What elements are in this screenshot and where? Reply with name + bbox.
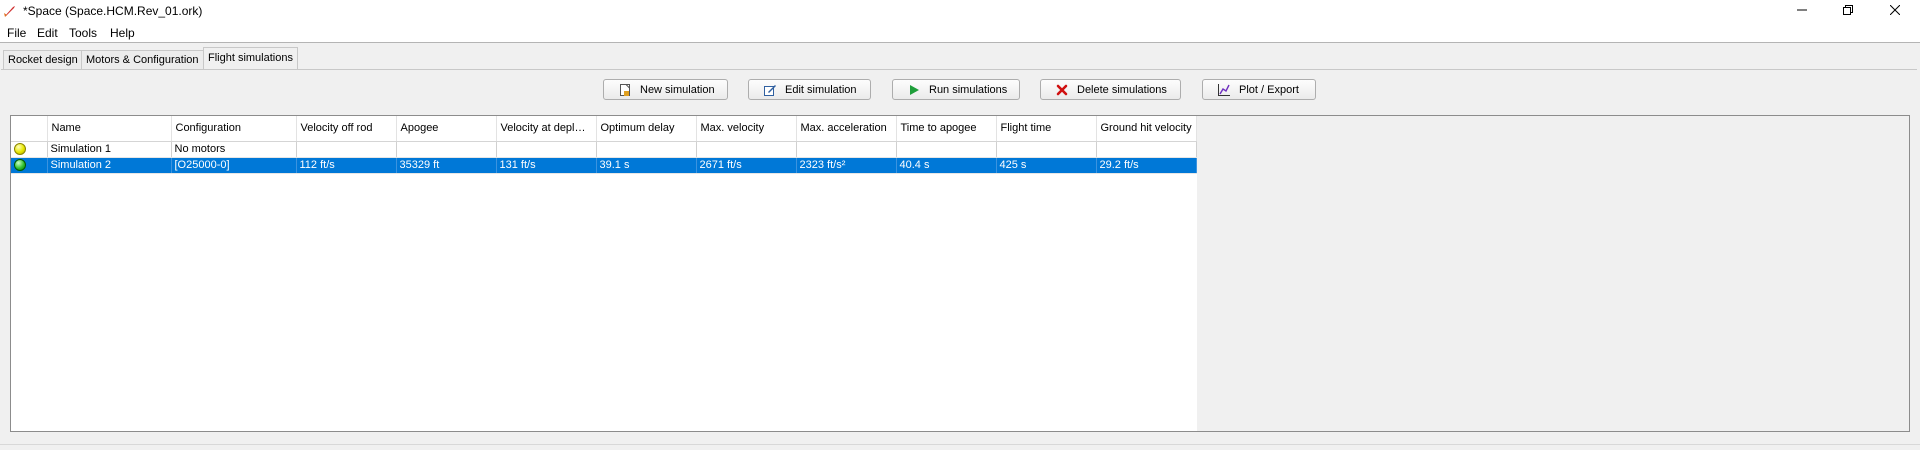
status-cell: [11, 157, 48, 174]
configuration-cell: [O25000-0]: [171, 157, 297, 174]
window-bottom-edge: [0, 444, 1920, 450]
column-header-velocity-off-rod[interactable]: Velocity off rod: [296, 116, 397, 142]
column-header-name[interactable]: Name: [47, 116, 172, 142]
close-button[interactable]: [1872, 0, 1918, 23]
simulations-table: Name Configuration Velocity off rod Apog…: [11, 116, 1197, 174]
tab-strip: Rocket design Motors & Configuration Fli…: [0, 45, 1920, 69]
new-simulation-button[interactable]: New simulation: [603, 79, 728, 100]
name-cell: Simulation 1: [47, 141, 172, 158]
velocity-off-rod-cell: 112 ft/s: [296, 157, 397, 174]
minimize-icon: [1797, 5, 1807, 18]
delete-simulations-label: Delete simulations: [1077, 83, 1167, 96]
velocity-at-deployment-cell: 131 ft/s: [496, 157, 597, 174]
rocket-icon: [3, 4, 17, 18]
configuration-cell: No motors: [171, 141, 297, 158]
tab-flight-simulations[interactable]: Flight simulations: [203, 47, 298, 69]
column-header-max-velocity[interactable]: Max. velocity: [696, 116, 797, 142]
tab-divider: [1, 69, 1917, 70]
table-header-row: Name Configuration Velocity off rod Apog…: [11, 116, 1197, 142]
tab-motors-configuration[interactable]: Motors & Configuration: [81, 50, 204, 69]
time-to-apogee-cell: [896, 141, 997, 158]
plot-export-button[interactable]: Plot / Export: [1202, 79, 1316, 100]
column-header-status[interactable]: [11, 116, 48, 142]
menu-tools[interactable]: Tools: [69, 26, 97, 40]
delete-icon: [1055, 83, 1069, 97]
restore-button[interactable]: [1825, 0, 1871, 23]
max-velocity-cell: [696, 141, 797, 158]
column-header-optimum-delay[interactable]: Optimum delay: [596, 116, 697, 142]
play-icon: [907, 83, 921, 97]
column-header-velocity-at-deployment[interactable]: Velocity at depl…: [496, 116, 597, 142]
tab-rocket-design[interactable]: Rocket design: [3, 50, 83, 69]
table-row[interactable]: Simulation 1 No motors: [11, 141, 1197, 158]
flight-time-cell: [996, 141, 1097, 158]
new-document-icon: [618, 83, 632, 97]
status-outdated-icon: [14, 143, 26, 156]
column-header-apogee[interactable]: Apogee: [396, 116, 497, 142]
restore-icon: [1843, 5, 1853, 18]
optimum-delay-cell: 39.1 s: [596, 157, 697, 174]
menu-bar: File Edit Tools Help: [0, 23, 1920, 43]
window-title: *Space (Space.HCM.Rev_01.ork): [23, 4, 203, 18]
chart-icon: [1217, 83, 1231, 97]
column-header-configuration[interactable]: Configuration: [171, 116, 297, 142]
simulations-table-panel: Name Configuration Velocity off rod Apog…: [10, 115, 1910, 432]
menu-edit[interactable]: Edit: [37, 26, 58, 40]
table-row[interactable]: Simulation 2 [O25000-0] 112 ft/s 35329 f…: [11, 157, 1197, 174]
edit-simulation-button[interactable]: Edit simulation: [748, 79, 871, 100]
flight-time-cell: 425 s: [996, 157, 1097, 174]
menu-help[interactable]: Help: [110, 26, 135, 40]
close-icon: [1889, 4, 1901, 18]
status-cell: [11, 141, 48, 158]
ground-hit-velocity-cell: 29.2 ft/s: [1096, 157, 1197, 174]
column-header-ground-hit-velocity[interactable]: Ground hit velocity: [1096, 116, 1197, 142]
max-velocity-cell: 2671 ft/s: [696, 157, 797, 174]
run-simulations-label: Run simulations: [929, 83, 1008, 96]
edit-simulation-label: Edit simulation: [785, 83, 857, 96]
column-header-flight-time[interactable]: Flight time: [996, 116, 1097, 142]
new-simulation-label: New simulation: [640, 83, 715, 96]
max-acceleration-cell: [796, 141, 897, 158]
velocity-at-deployment-cell: [496, 141, 597, 158]
delete-simulations-button[interactable]: Delete simulations: [1040, 79, 1181, 100]
velocity-off-rod-cell: [296, 141, 397, 158]
title-bar: *Space (Space.HCM.Rev_01.ork): [0, 0, 1920, 23]
column-header-max-acceleration[interactable]: Max. acceleration: [796, 116, 897, 142]
apogee-cell: 35329 ft: [396, 157, 497, 174]
plot-export-label: Plot / Export: [1239, 83, 1299, 96]
column-header-time-to-apogee[interactable]: Time to apogee: [896, 116, 997, 142]
run-simulations-button[interactable]: Run simulations: [892, 79, 1020, 100]
edit-icon: [763, 83, 777, 97]
menu-file[interactable]: File: [7, 26, 26, 40]
optimum-delay-cell: [596, 141, 697, 158]
max-acceleration-cell: 2323 ft/s²: [796, 157, 897, 174]
apogee-cell: [396, 141, 497, 158]
status-up-to-date-icon: [14, 159, 26, 172]
name-cell: Simulation 2: [47, 157, 172, 174]
time-to-apogee-cell: 40.4 s: [896, 157, 997, 174]
ground-hit-velocity-cell: [1096, 141, 1197, 158]
minimize-button[interactable]: [1779, 0, 1825, 23]
